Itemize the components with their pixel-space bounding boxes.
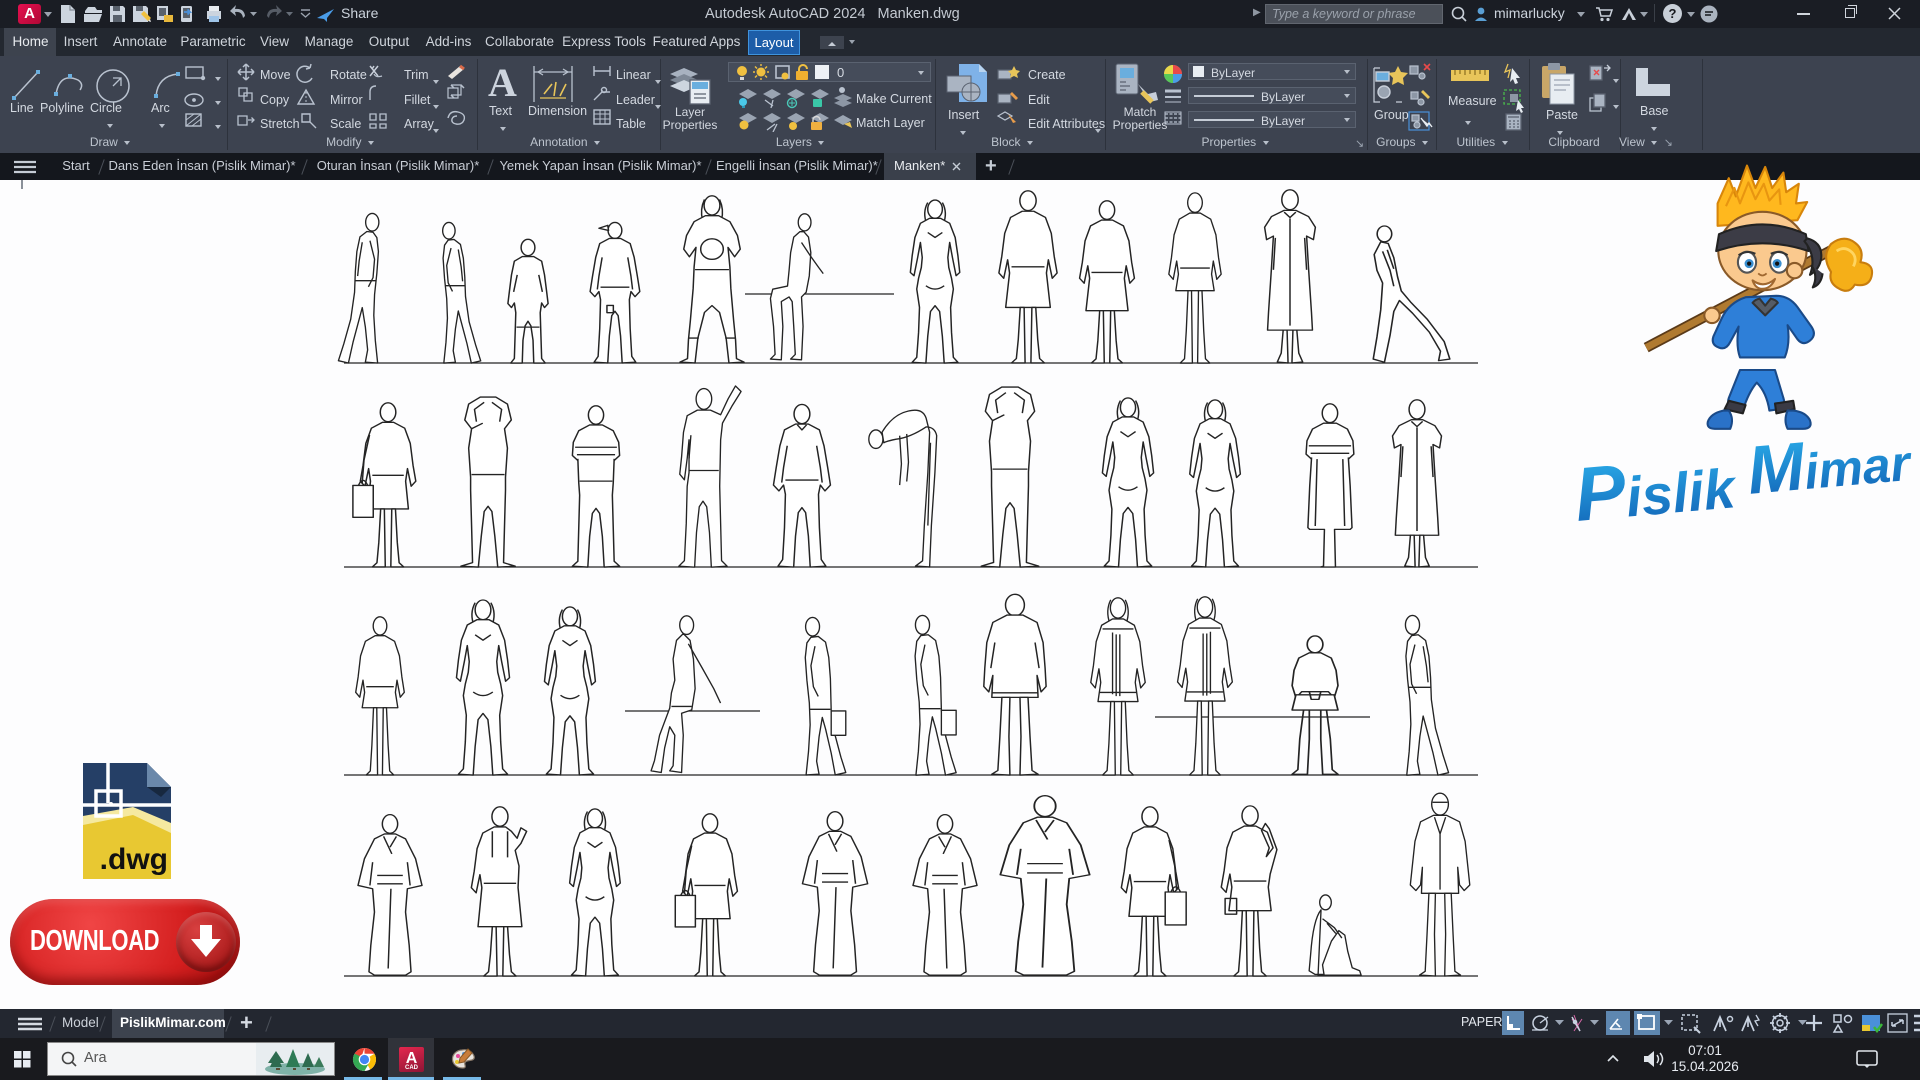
svg-text:Mimar: Mimar (1744, 419, 1915, 509)
svg-text:.dwg: .dwg (100, 843, 168, 876)
